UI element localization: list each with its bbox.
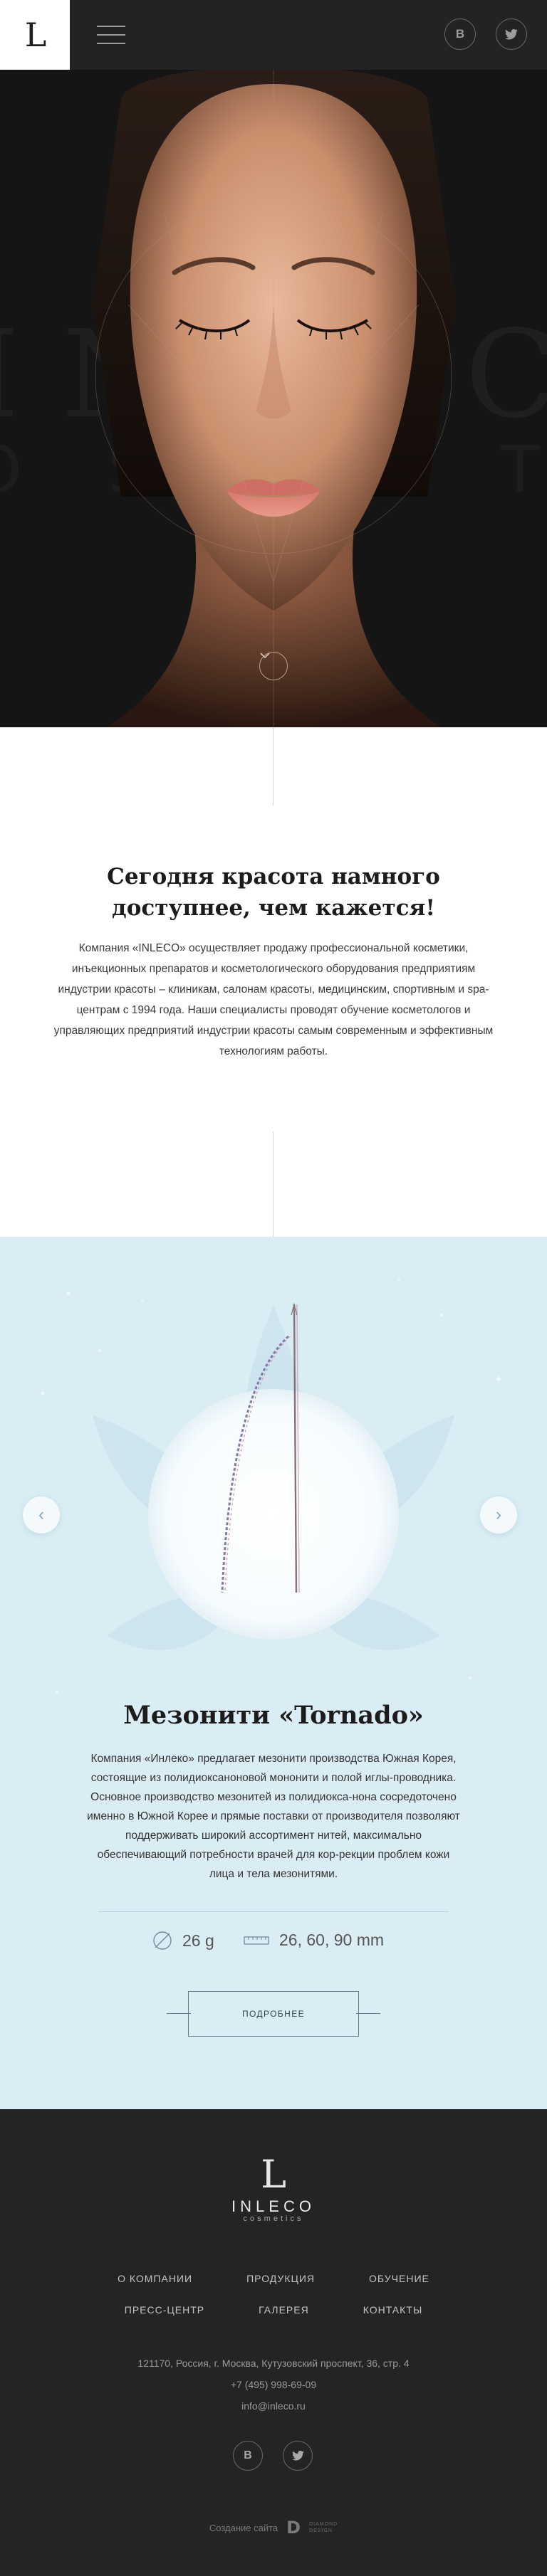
footer-email[interactable]: info@inleco.ru — [0, 2395, 547, 2417]
divider-line — [98, 1911, 449, 1912]
divider-line — [273, 727, 274, 806]
footer-logo-sub: cosmetics — [243, 2215, 304, 2223]
more-button-wrap: ПОДРОБНЕЕ — [167, 1991, 380, 2037]
intro-paragraph: Компания «INLECO» осуществляет продажу п… — [53, 942, 494, 1057]
footer-credit-logo-text: DIAMOND DESIGN — [309, 2522, 338, 2533]
footer-link-training[interactable]: ОБУЧЕНИЕ — [369, 2273, 429, 2284]
site-footer: L INLECO cosmetics О КОМПАНИИ ПРОДУКЦИЯ … — [0, 2109, 547, 2576]
slider-prev-button[interactable]: ‹ — [23, 1496, 60, 1534]
footer-link-press[interactable]: ПРЕСС-ЦЕНТР — [125, 2304, 204, 2316]
footer-link-products[interactable]: ПРОДУКЦИЯ — [246, 2273, 315, 2284]
footer-link-gallery[interactable]: ГАЛЕРЕЯ — [259, 2304, 309, 2316]
footer-twitter-icon[interactable] — [283, 2441, 313, 2471]
product-background-decor — [41, 1278, 501, 1694]
site-header: L B — [0, 0, 547, 70]
footer-contacts: 121170, Россия, г. Москва, Кутузовский п… — [0, 2353, 547, 2417]
footer-link-about[interactable]: О КОМПАНИИ — [118, 2273, 192, 2284]
footer-logo-monogram: L — [261, 2152, 286, 2197]
slider-next-button[interactable]: › — [480, 1496, 517, 1534]
product-description: Компания «Инлеко» предлагает мезонити пр… — [87, 1753, 460, 1880]
weight-icon — [152, 1931, 172, 1951]
diamond-design-logo-icon: D — [286, 2518, 301, 2538]
chevron-down-icon — [260, 653, 270, 659]
product-slider: ‹ › Мезонити «Tornado» Компания «Инлеко»… — [0, 1237, 547, 2109]
scroll-down-button[interactable] — [259, 652, 288, 680]
vk-icon[interactable]: B — [444, 19, 476, 50]
footer-logo[interactable]: L INLECO cosmetics — [202, 2152, 345, 2224]
footer-vk-icon[interactable]: B — [233, 2441, 263, 2471]
footer-phone[interactable]: +7 (495) 998-69-09 — [0, 2374, 547, 2395]
footer-logo-name: INLECO — [231, 2197, 316, 2215]
footer-credit-text: Создание сайта — [209, 2522, 278, 2533]
footer-credit[interactable]: Создание сайта D DIAMOND DESIGN — [0, 2518, 547, 2538]
ruler-icon — [244, 1936, 269, 1946]
product-title: Мезонити «Tornado» — [123, 1701, 424, 1730]
spec-length: 26, 60, 90 mm — [244, 1931, 384, 1950]
logo-monogram: L — [24, 16, 47, 54]
more-button[interactable]: ПОДРОБНЕЕ — [188, 1991, 359, 2037]
spec-length-value: 26, 60, 90 mm — [279, 1931, 385, 1949]
hero-banner: INLECO OSMETICS — [0, 70, 547, 727]
intro-heading: Сегодня красота намного доступнее, чем к… — [107, 864, 440, 921]
spec-weight-value: 26 g — [182, 1931, 214, 1950]
footer-address: 121170, Россия, г. Москва, Кутузовский п… — [137, 2358, 410, 2369]
footer-link-contacts[interactable]: КОНТАКТЫ — [363, 2304, 423, 2316]
hero-face-image — [93, 70, 456, 727]
spec-weight: 26 g — [152, 1931, 214, 1951]
divider-line — [273, 1131, 274, 1237]
twitter-icon[interactable] — [496, 19, 527, 50]
site-logo[interactable]: L — [0, 0, 70, 70]
menu-burger-icon[interactable] — [97, 24, 125, 46]
footer-menu: О КОМПАНИИ ПРОДУКЦИЯ ОБУЧЕНИЕ ПРЕСС-ЦЕНТ… — [0, 2273, 547, 2335]
